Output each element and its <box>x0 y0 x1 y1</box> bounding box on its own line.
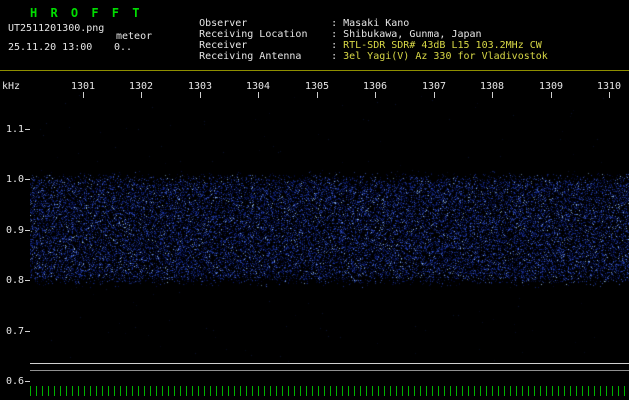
time-tick-label: 1309 <box>531 81 571 92</box>
level-strip-lower-baseline <box>30 370 629 371</box>
time-tick-label: 1310 <box>589 81 629 92</box>
datetime-label: 25.11.20 13:00 <box>8 42 92 53</box>
spectrogram-canvas <box>30 95 629 363</box>
time-tick-label: 1302 <box>121 81 161 92</box>
freq-tick-label: 1.1 <box>2 124 24 135</box>
freq-tick-label: 1.0 <box>2 174 24 185</box>
time-tick-label: 1307 <box>414 81 454 92</box>
freq-axis-unit-label: kHz <box>2 81 20 92</box>
time-tick-label: 1305 <box>297 81 337 92</box>
time-tick-label: 1304 <box>238 81 278 92</box>
time-tick-label: 1301 <box>63 81 103 92</box>
antenna-value: 3el Yagi(V) Az 330 for Vladivostok <box>343 51 548 62</box>
freq-tick-label: 0.7 <box>2 326 24 337</box>
freq-tick-label: 0.8 <box>2 275 24 286</box>
observation-mode-label: meteor <box>116 31 152 42</box>
freq-tick-mark <box>25 381 30 382</box>
time-tick-label: 1306 <box>355 81 395 92</box>
time-tick-comb <box>30 386 629 396</box>
antenna-separator: : <box>331 51 343 62</box>
time-tick-label: 1308 <box>472 81 512 92</box>
header-separator-line <box>0 70 629 71</box>
freq-tick-label: 0.9 <box>2 225 24 236</box>
antenna-label: Receiving Antenna <box>199 51 331 62</box>
freq-tick-label: 0.6 <box>2 376 24 387</box>
app-title: H R O F F T <box>30 6 142 20</box>
time-tick-label: 1303 <box>180 81 220 92</box>
header-row-antenna: Receiving Antenna:3el Yagi(V) Az 330 for… <box>175 40 548 73</box>
counter-label: 0.. <box>114 42 132 53</box>
output-filename: UT2511201300.png <box>8 23 104 34</box>
level-strip-upper-baseline <box>30 363 629 364</box>
hrofft-output-image: H R O F F T UT2511201300.png meteor 25.1… <box>0 0 629 400</box>
